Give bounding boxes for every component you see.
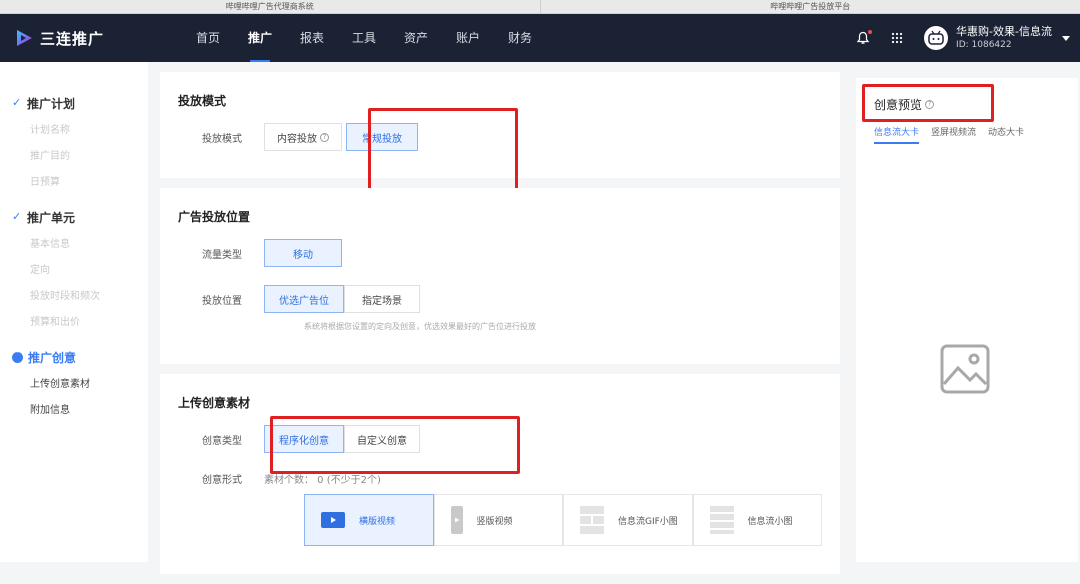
brand-logo-icon: [14, 28, 34, 48]
sidebar-item-schedule[interactable]: 投放时段和频次: [0, 284, 148, 310]
main-menu: 首页 推广 报表 工具 资产 账户 财务: [182, 14, 546, 62]
sidebar-item-daily-budget[interactable]: 日预算: [0, 170, 148, 196]
help-icon[interactable]: ?: [320, 133, 329, 142]
sidebar-item-plan-name[interactable]: 计划名称: [0, 118, 148, 144]
sidebar-item-basic-info[interactable]: 基本信息: [0, 232, 148, 258]
tab-dynamic-large-card[interactable]: 动态大卡: [988, 125, 1024, 144]
creative-preview-panel: 创意预览 ? 信息流大卡 竖屏视频流 动态大卡: [856, 78, 1078, 562]
format-horizontal-video-label: 横版视频: [359, 514, 395, 527]
traffic-type-label: 流量类型: [178, 246, 264, 261]
tab-feed-large-card[interactable]: 信息流大卡: [874, 125, 919, 144]
image-placeholder-icon: [940, 344, 990, 394]
sidebar-item-extra-info[interactable]: 附加信息: [0, 398, 148, 424]
avatar[interactable]: [924, 26, 948, 50]
step-creative[interactable]: 推广创意: [0, 346, 148, 368]
image-grid-icon: [580, 506, 604, 534]
brand-name: 三连推广: [40, 28, 104, 49]
creative-form-label: 创意形式: [178, 471, 264, 486]
highlight-box-delivery: [368, 108, 518, 194]
play-icon: [321, 512, 345, 528]
bell-icon[interactable]: [856, 31, 870, 45]
account-name: 华惠购-效果-信息流: [956, 25, 1052, 39]
main-content: 投放模式 投放模式 内容投放 ? 常规投放 广告投放位置 流量类型 移动 投放位…: [160, 72, 840, 584]
format-horizontal-video[interactable]: 横版视频: [304, 494, 434, 546]
nav-finance[interactable]: 财务: [494, 14, 546, 62]
nav-reports[interactable]: 报表: [286, 14, 338, 62]
tab-vertical-video-feed[interactable]: 竖屏视频流: [931, 125, 976, 144]
nav-tools[interactable]: 工具: [338, 14, 390, 62]
placement-title: 广告投放位置: [178, 188, 822, 239]
position-label: 投放位置: [178, 292, 264, 307]
step-plan-label: 推广计划: [27, 95, 75, 112]
format-vertical-video-label: 竖版视频: [477, 514, 513, 527]
nav-account[interactable]: 账户: [442, 14, 494, 62]
placement-card: 广告投放位置 流量类型 移动 投放位置 优选广告位 指定场景 系统将根据您设置的…: [160, 188, 840, 364]
in-progress-icon: [12, 352, 23, 363]
nav-assets[interactable]: 资产: [390, 14, 442, 62]
preferred-slot-option[interactable]: 优选广告位: [264, 285, 344, 313]
highlight-box-preview: [862, 84, 994, 122]
image-list-icon: [710, 506, 734, 534]
sidebar-item-targeting[interactable]: 定向: [0, 258, 148, 284]
sidebar-item-upload-material[interactable]: 上传创意素材: [0, 372, 148, 398]
browser-tab-agency[interactable]: 哔哩哔哩广告代理商系统: [0, 0, 540, 13]
format-feed-small-image-label: 信息流小图: [748, 514, 793, 527]
step-sidebar: ✓ 推广计划 计划名称 推广目的 日预算 ✓ 推广单元 基本信息 定向 投放时段…: [0, 62, 148, 562]
account-id: ID: 1086422: [956, 39, 1052, 51]
format-feed-gif-label: 信息流GIF小图: [618, 514, 678, 527]
step-unit[interactable]: ✓ 推广单元: [0, 206, 148, 228]
brand[interactable]: 三连推广: [0, 28, 170, 49]
highlight-box-creative-type: [270, 416, 520, 474]
content-delivery-option[interactable]: 内容投放 ?: [264, 123, 342, 151]
content-delivery-label: 内容投放: [277, 130, 317, 145]
chevron-down-icon[interactable]: [1062, 36, 1070, 41]
format-vertical-video[interactable]: 竖版视频: [434, 494, 564, 546]
step-creative-label: 推广创意: [28, 349, 76, 366]
check-icon: ✓: [12, 98, 22, 108]
sidebar-item-bidding[interactable]: 预算和出价: [0, 310, 148, 336]
placement-hint: 系统将根据您设置的定向及创意，优选效果最好的广告位进行投放: [178, 321, 822, 332]
check-icon: ✓: [12, 212, 22, 222]
format-feed-small-image[interactable]: 信息流小图: [693, 494, 823, 546]
format-feed-gif[interactable]: 信息流GIF小图: [563, 494, 693, 546]
creative-type-label: 创意类型: [178, 432, 264, 447]
nav-promotion[interactable]: 推广: [234, 14, 286, 62]
account-info[interactable]: 华惠购-效果-信息流 ID: 1086422: [956, 25, 1052, 51]
preview-tabs: 信息流大卡 竖屏视频流 动态大卡: [856, 125, 1078, 144]
browser-tab-ad-platform[interactable]: 哔哩哔哩广告投放平台: [540, 0, 1080, 13]
delivery-mode-card: 投放模式 投放模式 内容投放 ? 常规投放: [160, 72, 840, 178]
tv-robot-icon: [927, 30, 945, 46]
apps-grid-icon[interactable]: [890, 31, 904, 45]
play-icon: [451, 506, 463, 534]
step-unit-label: 推广单元: [27, 209, 75, 226]
notification-dot: [868, 30, 872, 34]
nav-right: 华惠购-效果-信息流 ID: 1086422: [856, 14, 1070, 62]
delivery-mode-label: 投放模式: [178, 130, 264, 145]
sidebar-item-plan-purpose[interactable]: 推广目的: [0, 144, 148, 170]
upload-card: 上传创意素材 创意类型 程序化创意 自定义创意 创意形式 素材个数： 0 (不少…: [160, 374, 840, 574]
top-nav: 三连推广 首页 推广 报表 工具 资产 账户 财务: [0, 14, 1080, 62]
nav-home[interactable]: 首页: [182, 14, 234, 62]
specified-scene-option[interactable]: 指定场景: [344, 285, 420, 313]
creative-format-list: 横版视频 竖版视频 信息流GIF小图 信息流小图: [304, 494, 822, 546]
mobile-traffic-option[interactable]: 移动: [264, 239, 342, 267]
browser-tab-strip: 哔哩哔哩广告代理商系统 哔哩哔哩广告投放平台: [0, 0, 1080, 14]
step-plan[interactable]: ✓ 推广计划: [0, 92, 148, 114]
